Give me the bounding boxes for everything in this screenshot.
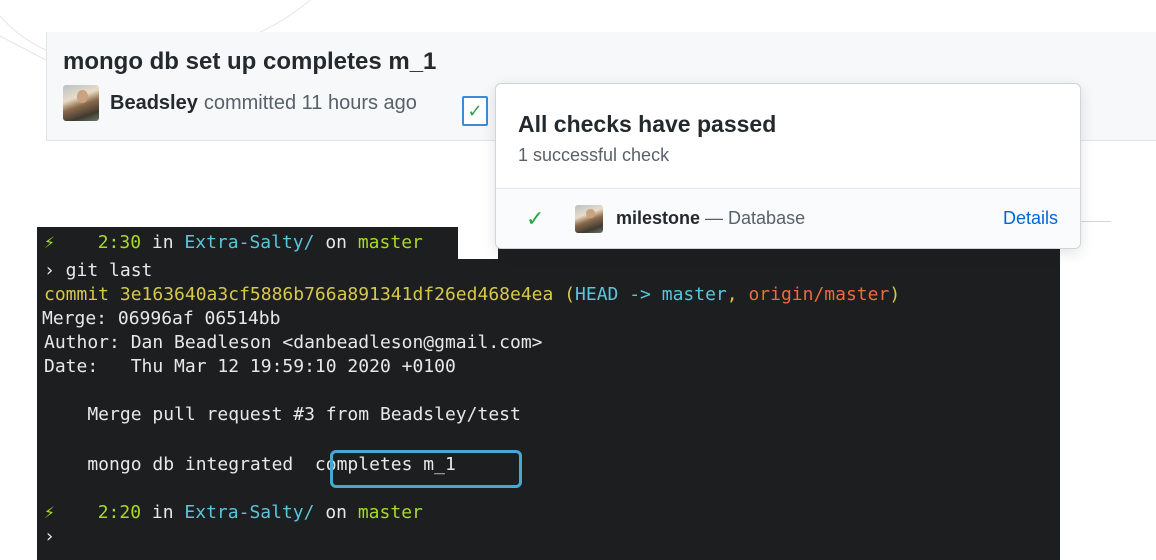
prompt-branch: master (357, 502, 423, 523)
git-author-line: Author: Dan Beadleson <danbeadleson@gmai… (44, 332, 543, 353)
prompt-on: on (325, 502, 347, 523)
commit-meta: Beadsley committed 11 hours ago (63, 84, 417, 122)
commit-time: committed 11 hours ago (203, 91, 417, 114)
terminal-cursor-prompt[interactable]: › (44, 525, 55, 549)
check-status-button[interactable]: ✓ (462, 96, 488, 126)
screenshot-stage: mongo db set up completes m_1 Beadsley c… (0, 0, 1156, 560)
prompt-in: in (151, 232, 174, 253)
ref-comma: , (726, 284, 738, 305)
checks-popover-subtitle: 1 successful check (518, 145, 670, 165)
check-details-link[interactable]: Details (1003, 208, 1058, 229)
prompt-directory: Extra-Salty/ (184, 502, 315, 523)
check-icon: ✓ (526, 205, 545, 231)
git-date-line: Date: Thu Mar 12 19:59:10 2020 +0100 (44, 356, 456, 377)
git-message-line: Merge pull request #3 from Beadsley/test (44, 404, 521, 425)
prompt-in: in (151, 502, 174, 523)
commit-title: mongo db set up completes m_1 (63, 48, 437, 75)
check-name: milestone (616, 208, 701, 228)
head-ref: HEAD -> master (575, 284, 727, 305)
git-merge-line: Merge: 06996af 06514bb (42, 308, 281, 329)
author-avatar[interactable] (63, 85, 99, 121)
prompt-time: 2:20 (97, 502, 142, 523)
plug-icon: ⚡︎ (44, 232, 55, 253)
commit-author-link[interactable]: Beadsley (110, 92, 198, 115)
commit-hash: commit 3e163640a3cf5886b766a891341df26ed… (44, 284, 554, 305)
prompt-time: 2:30 (97, 232, 142, 253)
check-icon: ✓ (467, 101, 483, 121)
origin-ref: origin/master (748, 284, 890, 305)
terminal-prompt-line: ⚡︎ 2:30 in Extra-Salty/ on master (44, 231, 423, 255)
terminal-window[interactable]: ⚡︎ 2:30 in Extra-Salty/ on master › git … (37, 227, 1060, 560)
terminal-notch (458, 227, 498, 259)
plug-icon: ⚡︎ (44, 502, 55, 523)
prompt-branch: master (357, 232, 423, 253)
paren-open: ( (564, 284, 576, 305)
prompt-on: on (325, 232, 347, 253)
highlight-box (330, 450, 522, 488)
divider (1078, 221, 1111, 222)
paren-close: ) (889, 284, 901, 305)
checks-popover-title: All checks have passed (518, 111, 777, 137)
prompt-directory: Extra-Salty/ (184, 232, 315, 253)
check-row: ✓ milestone — Database Details (496, 189, 1080, 248)
git-commit-line: commit 3e163640a3cf5886b766a891341df26ed… (44, 283, 900, 307)
checks-popover: All checks have passed 1 successful chec… (495, 83, 1081, 249)
check-description: — Database (705, 208, 806, 228)
check-app-avatar (575, 204, 603, 233)
terminal-command-line: › git last (44, 260, 153, 281)
terminal-prompt-line: ⚡︎ 2:20 in Extra-Salty/ on master (44, 501, 423, 525)
